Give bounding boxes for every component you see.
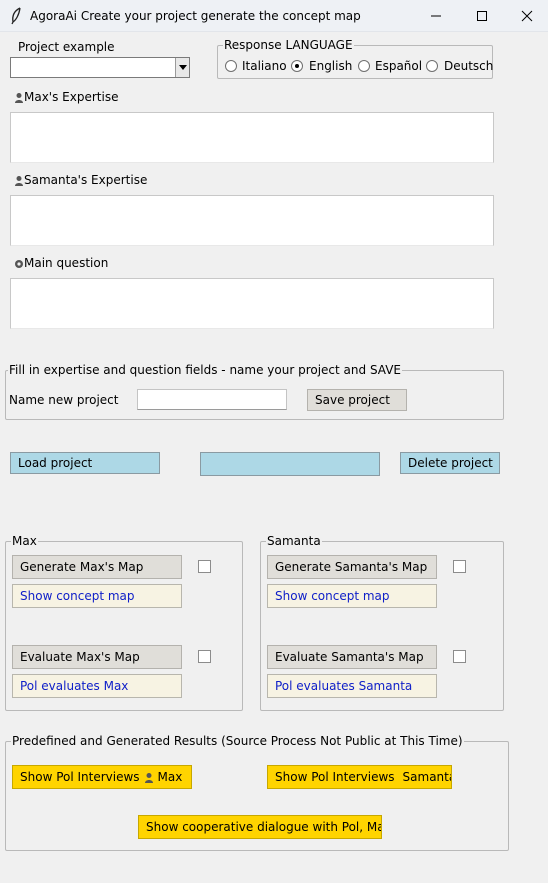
evaluate-samanta-checkbox[interactable] xyxy=(453,650,466,663)
radio-espanol[interactable] xyxy=(358,60,370,72)
name-project-label: Name new project xyxy=(9,393,119,407)
max-show-concept-map-button[interactable]: Show concept map xyxy=(12,584,182,608)
main-question-textarea[interactable] xyxy=(10,278,494,329)
radio-deutsch-label: Deutsch xyxy=(444,59,494,73)
project-example-label: Project example xyxy=(18,40,115,54)
results-group-title: Predefined and Generated Results (Source… xyxy=(11,734,464,748)
close-icon xyxy=(521,10,533,22)
interviews-max-prefix: Show Pol Interviews xyxy=(20,770,140,784)
pol-evaluates-max-button[interactable]: Pol evaluates Max xyxy=(12,674,182,698)
samanta-expertise-label: Samanta's Expertise xyxy=(24,173,148,187)
project-name-input[interactable] xyxy=(137,389,287,410)
maximize-button[interactable] xyxy=(459,0,505,32)
samanta-panel-title: Samanta xyxy=(266,534,322,548)
interviews-samanta-prefix: Show Pol Interviews xyxy=(275,770,395,784)
question-icon xyxy=(15,260,23,268)
maximize-icon xyxy=(477,11,487,21)
delete-project-button[interactable]: Delete project xyxy=(400,452,500,474)
samanta-expertise-textarea[interactable] xyxy=(10,195,494,246)
dropdown-arrow-button[interactable] xyxy=(175,58,189,77)
generate-max-checkbox[interactable] xyxy=(198,560,211,573)
minimize-icon xyxy=(431,15,441,17)
evaluate-samanta-map-button[interactable]: Evaluate Samanta's Map xyxy=(267,645,437,669)
main-question-label: Main question xyxy=(24,256,109,270)
minimize-button[interactable] xyxy=(413,0,459,32)
max-expertise-textarea[interactable] xyxy=(10,112,494,163)
pol-evaluates-samanta-button[interactable]: Pol evaluates Samanta xyxy=(267,674,437,698)
radio-english-label: English xyxy=(309,59,353,73)
load-project-button[interactable]: Load project xyxy=(10,452,160,474)
main-question-label-row: Main question xyxy=(14,256,108,270)
radio-espanol-label: Español xyxy=(375,59,423,73)
radio-english[interactable] xyxy=(291,60,303,72)
feather-icon xyxy=(11,7,21,25)
radio-italiano-label: Italiano xyxy=(242,59,287,73)
show-pol-interviews-samanta-button[interactable]: Show Pol Interviews Samanta xyxy=(267,765,452,789)
evaluate-max-checkbox[interactable] xyxy=(198,650,211,663)
close-button[interactable] xyxy=(504,0,548,32)
chevron-down-icon xyxy=(178,65,187,70)
samanta-show-concept-map-button[interactable]: Show concept map xyxy=(267,584,437,608)
generate-samanta-map-button[interactable]: Generate Samanta's Map xyxy=(267,555,437,579)
generate-max-map-button[interactable]: Generate Max's Map xyxy=(12,555,182,579)
person-icon xyxy=(15,176,23,186)
samanta-expertise-label-row: Samanta's Expertise xyxy=(14,173,147,187)
interviews-samanta-suffix: Samanta xyxy=(402,770,452,784)
window-title: AgoraAi Create your project generate the… xyxy=(30,9,361,23)
radio-deutsch[interactable] xyxy=(426,60,438,72)
max-panel-title: Max xyxy=(11,534,38,548)
person-icon xyxy=(144,772,153,783)
max-expertise-label-row: Max's Expertise xyxy=(14,90,118,104)
save-group-title: Fill in expertise and question fields - … xyxy=(8,363,403,377)
radio-italiano[interactable] xyxy=(225,60,237,72)
show-pol-interviews-max-button[interactable]: Show Pol Interviews Max xyxy=(12,765,192,789)
project-status-button[interactable] xyxy=(200,452,380,476)
max-expertise-label: Max's Expertise xyxy=(24,90,119,104)
interviews-max-suffix: Max xyxy=(157,770,183,784)
title-bar: AgoraAi Create your project generate the… xyxy=(0,0,548,32)
project-example-select[interactable] xyxy=(10,57,190,78)
evaluate-max-map-button[interactable]: Evaluate Max's Map xyxy=(12,645,182,669)
show-cooperative-dialogue-button[interactable]: Show cooperative dialogue with Pol, Max,… xyxy=(138,815,382,839)
person-icon xyxy=(15,93,23,103)
save-project-button[interactable]: Save project xyxy=(307,389,407,411)
language-group-title: Response LANGUAGE xyxy=(223,38,354,52)
generate-samanta-checkbox[interactable] xyxy=(453,560,466,573)
